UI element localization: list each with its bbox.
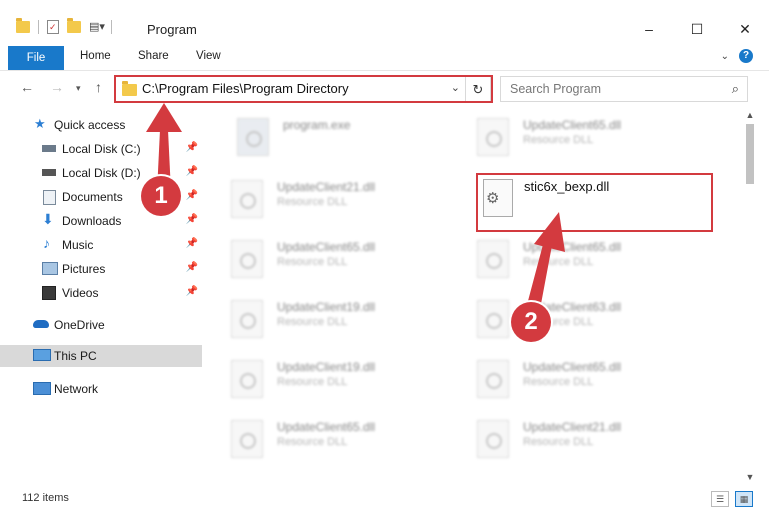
annotation-arrows xyxy=(146,103,565,320)
step-1-badge: 1 xyxy=(141,176,181,216)
arrow-1-head xyxy=(146,103,182,132)
arrow-2-head xyxy=(534,212,565,252)
step-2-badge: 2 xyxy=(511,302,551,342)
